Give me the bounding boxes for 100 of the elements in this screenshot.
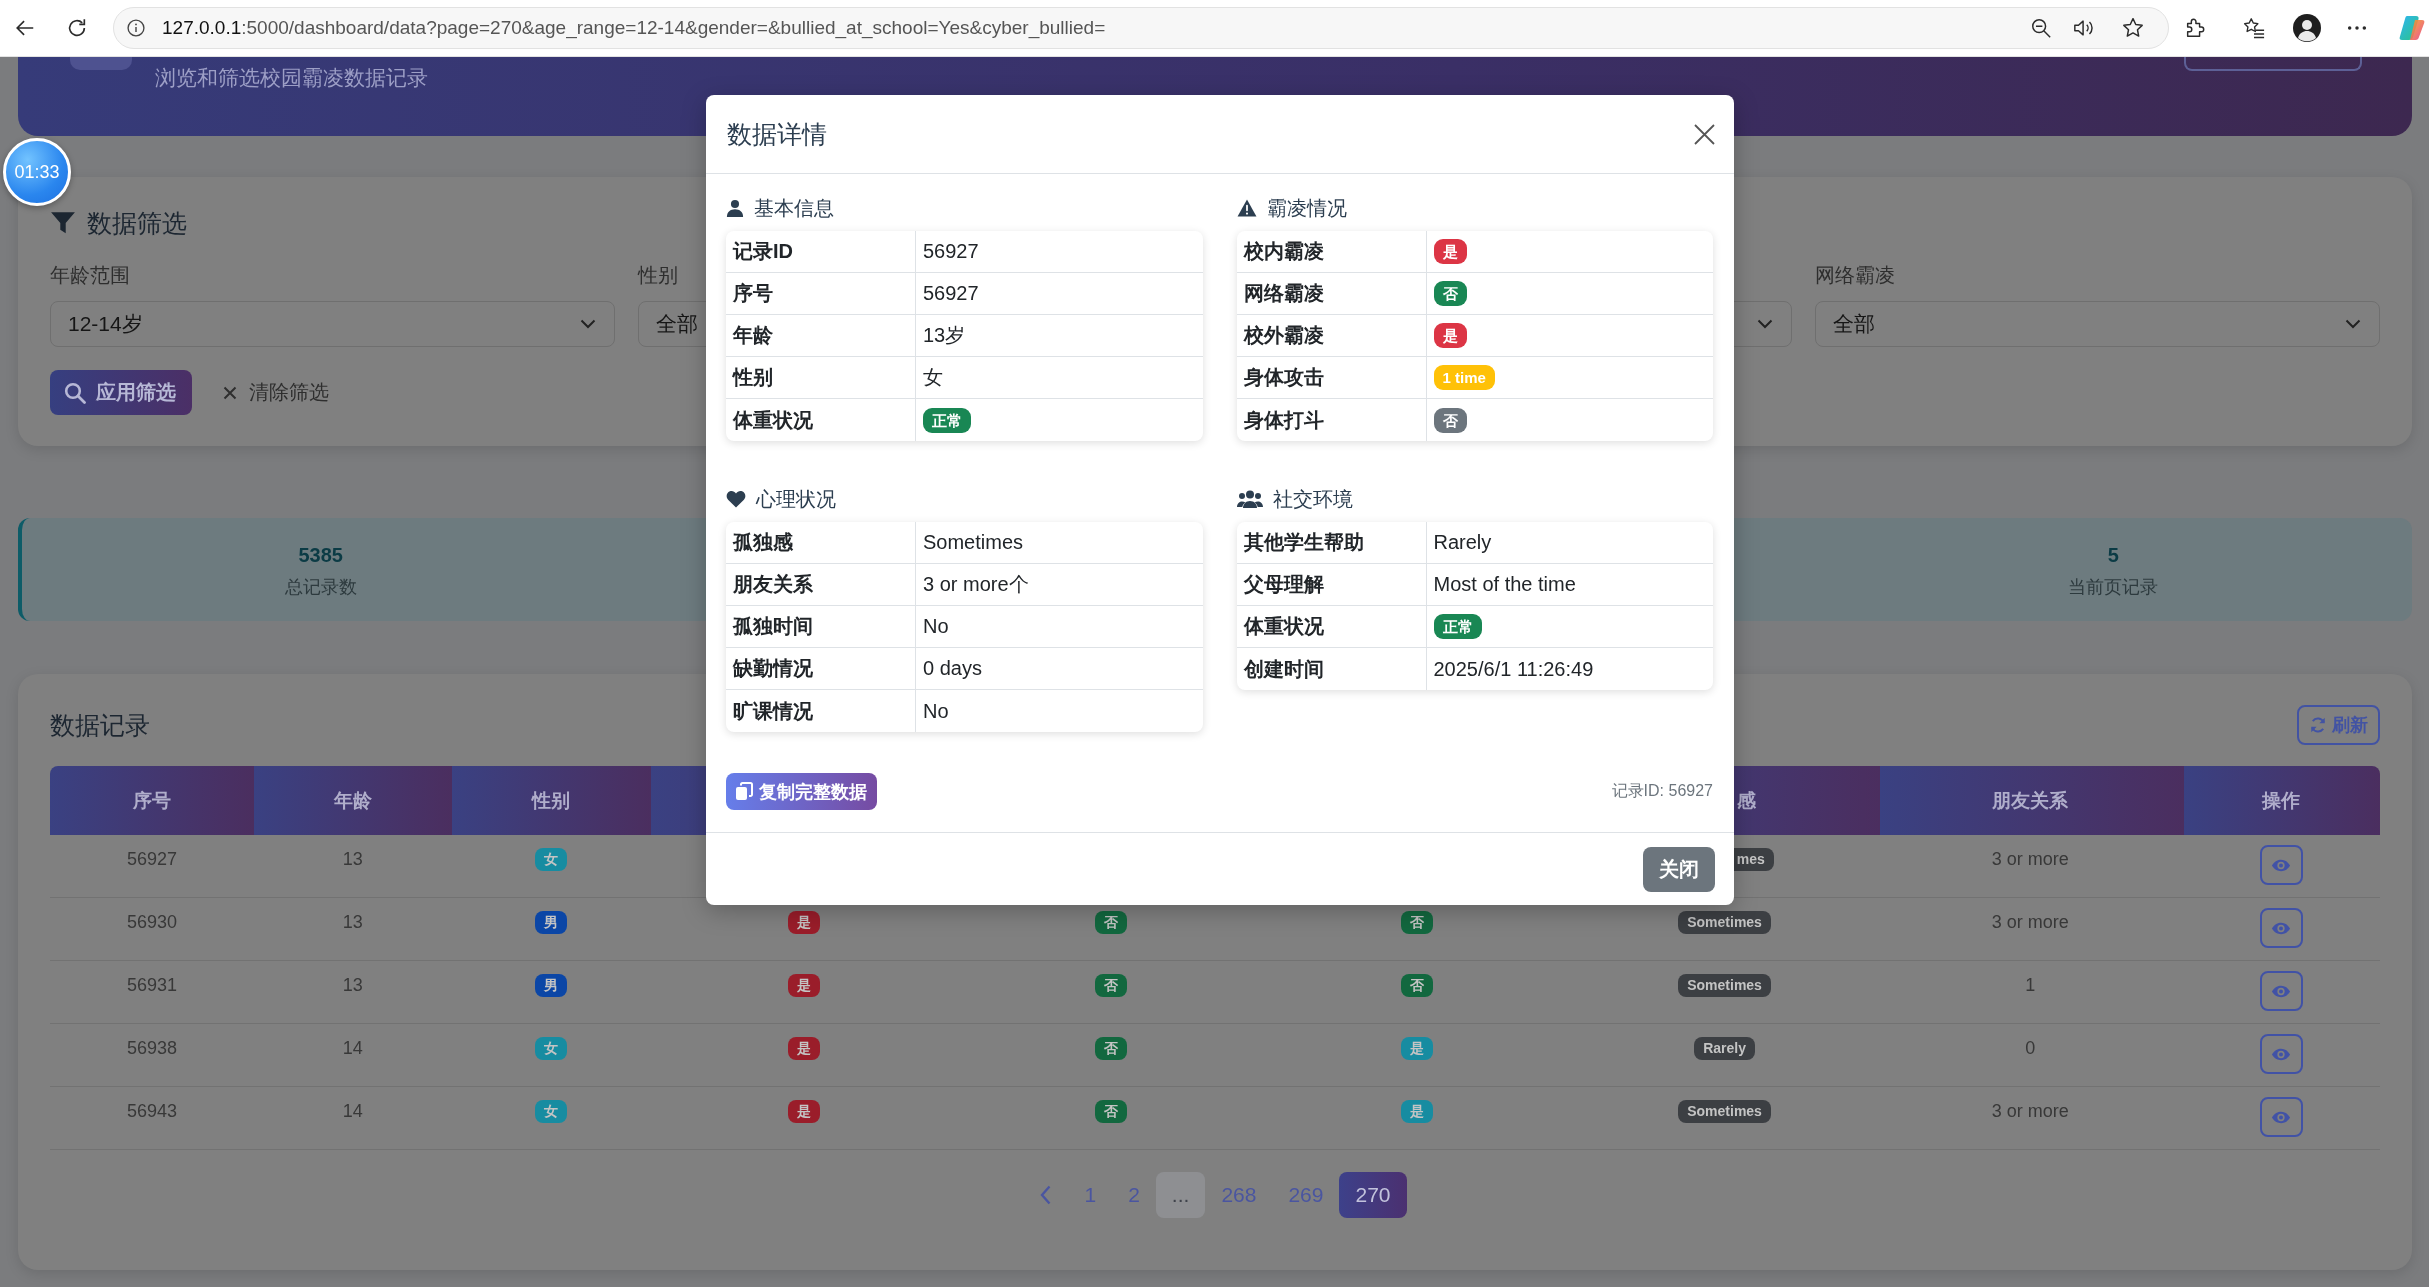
close-button[interactable] <box>1694 123 1715 145</box>
field-label: 年龄范围 <box>50 264 130 286</box>
column-header: 序号 <box>132 788 171 813</box>
field-label: 网络霸凌 <box>1243 281 1324 306</box>
swirl-icon[interactable] <box>2399 15 2425 41</box>
field-value: 56927 <box>923 282 979 305</box>
field-label: 父母理解 <box>1243 572 1324 597</box>
status-badge: 男 <box>535 911 568 934</box>
status-badge: Sometimes <box>1678 911 1771 934</box>
address-bar[interactable]: 127.0.0.1:5000/dashboard/data?page=270&age_range=12-14&gender=&bullied_at_school=Yes&cyber_bullied= <box>113 7 2169 49</box>
status-badge: Sometimes <box>1678 1100 1771 1123</box>
field-label: 身体攻击 <box>1243 365 1324 390</box>
table-value: 3 or more <box>1991 911 2069 934</box>
stat-value: 5 <box>2107 543 2119 568</box>
table-value: 14 <box>342 1037 363 1060</box>
rounded-tile-icon <box>70 57 132 70</box>
table-value: 56938 <box>126 1037 177 1060</box>
dialog-close-button[interactable]: 关闭 <box>1643 847 1715 892</box>
status-badge: mes <box>1733 848 1774 871</box>
status-badge: 女 <box>535 1100 568 1123</box>
status-badge: 正常 <box>923 407 971 433</box>
status-badge: 女 <box>535 1037 568 1060</box>
status-badge: 正常 <box>1433 614 1482 639</box>
timer-bubble: 01:33 <box>3 138 71 206</box>
magnifier-minus-icon[interactable] <box>2030 17 2052 39</box>
status-badge: Sometimes <box>1678 974 1771 997</box>
heart-icon <box>726 490 746 508</box>
url-text: 127.0.0.1:5000/dashboard/data?page=270&age_range=12-14&gender=&bullied_at_school=Yes&cyber_bullied= <box>162 17 1106 39</box>
puzzle-icon[interactable] <box>2184 17 2206 39</box>
field-label: 年龄 <box>733 323 773 348</box>
circular-arrows-icon <box>2309 716 2327 734</box>
select-field[interactable]: 全部 <box>1814 301 2380 347</box>
field-value: No <box>923 699 949 723</box>
field-label: 其他学生帮助 <box>1243 530 1364 555</box>
field-label: 身体打斗 <box>1243 407 1324 433</box>
avatar-icon[interactable] <box>2293 14 2321 42</box>
column-header: 年龄 <box>333 788 372 813</box>
status-badge: 是 <box>787 974 820 997</box>
select-field[interactable]: 12-14岁 <box>50 301 616 347</box>
clear-filter-button[interactable]: 清除筛选 <box>223 379 329 406</box>
copy-data-button[interactable]: 复制完整数据 <box>726 773 877 810</box>
status-badge: 是 <box>1433 323 1467 348</box>
status-badge: 是 <box>1433 239 1467 264</box>
field-label: 创建时间 <box>1243 656 1324 682</box>
status-badge: 男 <box>535 974 568 997</box>
status-badge: 1 time <box>1433 365 1495 390</box>
status-badge: 否 <box>1433 407 1467 433</box>
circular-arrow-icon[interactable] <box>66 17 88 39</box>
person-icon <box>726 199 744 217</box>
table-value: 13 <box>342 911 363 934</box>
search-icon <box>64 381 86 404</box>
apply-filter-button[interactable]: 应用筛选 <box>50 370 192 415</box>
table-value: 56930 <box>126 911 177 934</box>
chevron-down-icon <box>2345 319 2361 329</box>
stat-label: 总记录数 <box>284 576 357 599</box>
field-label: 体重状况 <box>733 407 813 433</box>
dialog-title: 数据详情 <box>727 118 827 150</box>
field-label: 旷课情况 <box>733 698 813 724</box>
field-label: 性别 <box>638 264 679 286</box>
funnel-icon <box>50 211 76 235</box>
field-value: 0 days <box>923 657 982 680</box>
field-value: 56927 <box>923 240 979 263</box>
field-label: 朋友关系 <box>733 572 813 597</box>
info-icon[interactable] <box>127 19 145 37</box>
card-title: 数据记录 <box>50 710 150 741</box>
status-badge: 是 <box>1401 1037 1434 1060</box>
table-value: 14 <box>342 1100 363 1123</box>
table-value: 13 <box>342 974 363 997</box>
status-badge: 否 <box>1094 1037 1127 1060</box>
table-value: 56943 <box>126 1100 177 1123</box>
section-title: 社交环境 <box>1272 487 1353 511</box>
stat-value: 5385 <box>298 543 343 568</box>
field-label: 序号 <box>733 281 773 306</box>
star-icon[interactable] <box>2122 17 2144 39</box>
status-badge: 否 <box>1094 974 1127 997</box>
field-value: 3 or more个 <box>923 572 1029 597</box>
column-header: 操作 <box>2262 788 2301 813</box>
eye-icon <box>2271 1110 2292 1124</box>
page-link[interactable]: 270 <box>1339 1172 1407 1218</box>
column-header: 性别 <box>532 788 571 813</box>
table-value: 13 <box>342 848 363 871</box>
status-badge: 女 <box>535 848 568 871</box>
eye-icon <box>2271 1047 2292 1061</box>
table-value: 3 or more <box>1991 848 2069 871</box>
field-value: Most of the time <box>1433 573 1576 596</box>
status-badge: Rarely <box>1694 1037 1755 1060</box>
eye-icon <box>2271 858 2292 872</box>
record-id-text: 记录ID: 56927 <box>1611 781 1713 801</box>
table-value: 0 <box>2025 1037 2036 1060</box>
chevron-left-icon <box>1040 1185 1052 1205</box>
star-list-icon[interactable] <box>2243 17 2265 39</box>
field-value: 13岁 <box>923 323 966 348</box>
status-badge: 是 <box>1401 1100 1434 1123</box>
table-value: 3 or more <box>1991 1100 2069 1123</box>
close-icon <box>1694 123 1715 145</box>
status-badge: 是 <box>787 1100 820 1123</box>
banner-subtitle: 浏览和筛选校园霸凌数据记录 <box>155 65 428 91</box>
table-value: 56931 <box>126 974 177 997</box>
eye-icon <box>2271 921 2292 935</box>
table-value: 56927 <box>126 848 177 871</box>
